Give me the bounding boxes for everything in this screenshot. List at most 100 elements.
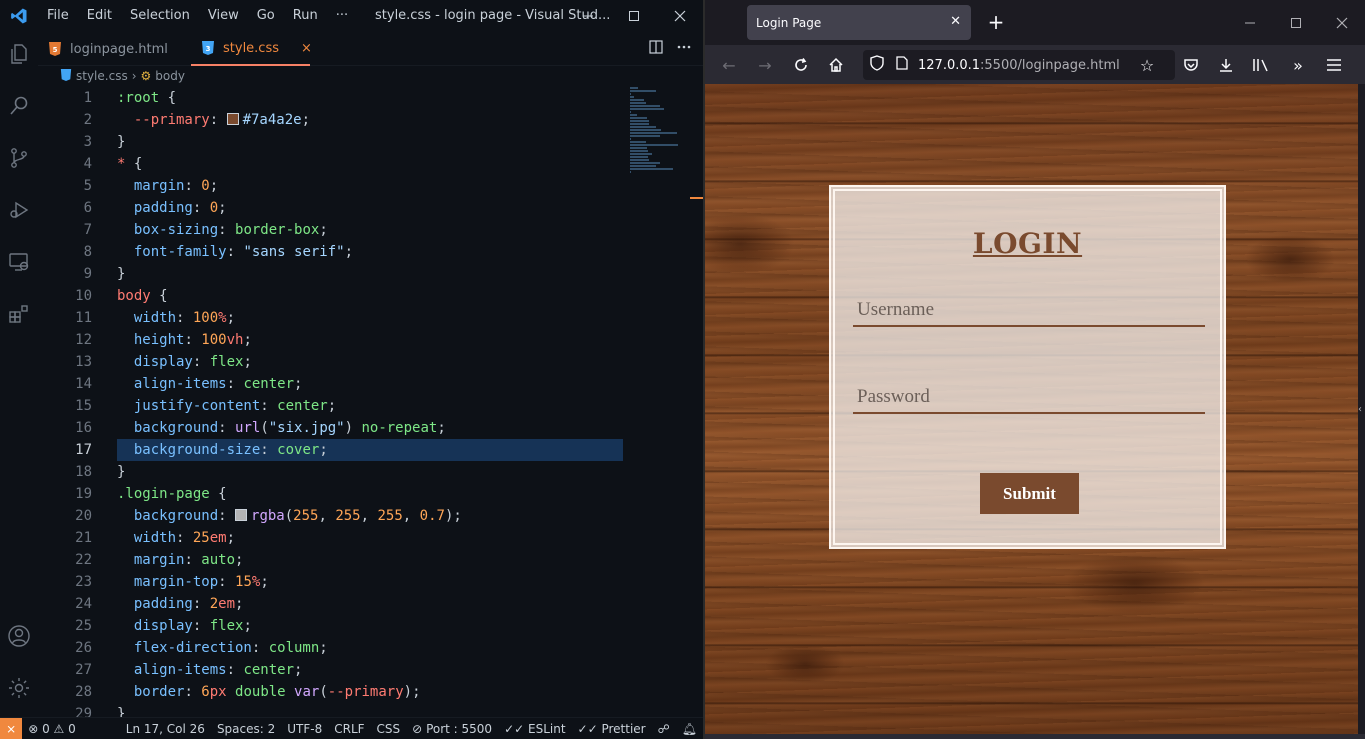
- code-line[interactable]: 29}: [38, 703, 628, 717]
- menu-run[interactable]: Run: [284, 0, 327, 32]
- code-line[interactable]: 16 background: url("six.jpg") no-repeat;: [38, 417, 628, 439]
- page-scrollbar[interactable]: ‹: [1358, 84, 1365, 734]
- search-icon[interactable]: [0, 86, 38, 126]
- pocket-icon[interactable]: [1177, 51, 1205, 79]
- code-editor[interactable]: 1:root {2 --primary: #7a4a2e; 3} 4 * {5 mar…: [38, 87, 628, 717]
- code-line[interactable]: 12 height: 100vh;: [38, 329, 628, 351]
- close-icon[interactable]: [1319, 0, 1365, 45]
- breadcrumb-symbol[interactable]: body: [155, 69, 185, 83]
- menu-edit[interactable]: Edit: [78, 0, 121, 32]
- code-line[interactable]: 8 font-family: "sans serif";: [38, 241, 628, 263]
- submit-button[interactable]: Submit: [980, 473, 1079, 514]
- remote-indicator-icon[interactable]: ⨯: [0, 717, 23, 739]
- forward-arrow-icon[interactable]: →: [751, 51, 779, 79]
- code-line[interactable]: 25 display: flex;: [38, 615, 628, 637]
- shield-icon[interactable]: [870, 55, 884, 75]
- code-line[interactable]: 18}: [38, 461, 628, 483]
- username-input[interactable]: Username: [853, 295, 1205, 327]
- line-ending[interactable]: CRLF: [328, 722, 370, 736]
- back-arrow-icon[interactable]: ←: [715, 51, 743, 79]
- code-line[interactable]: 11 width: 100%;: [38, 307, 628, 329]
- downloads-icon[interactable]: [1212, 51, 1240, 79]
- menu-selection[interactable]: Selection: [121, 0, 199, 32]
- eslint-status[interactable]: ✓✓ ESLint: [498, 722, 571, 736]
- color-swatch-icon[interactable]: [226, 113, 239, 125]
- encoding[interactable]: UTF-8: [281, 722, 328, 736]
- code-line[interactable]: 6 padding: 0;: [38, 197, 628, 219]
- tab-loginpage-html[interactable]: 5 loginpage.html: [38, 32, 191, 66]
- line-number: 26: [75, 640, 92, 656]
- extensions-icon[interactable]: [0, 294, 38, 334]
- code-line[interactable]: 1:root {: [38, 87, 628, 109]
- code-line[interactable]: 20 background: rgba(255, 255, 255, 0.7);: [38, 505, 628, 527]
- minimap-line: [630, 90, 657, 92]
- breadcrumb-file[interactable]: style.css: [76, 69, 128, 83]
- code-line[interactable]: 24 padding: 2em;: [38, 593, 628, 615]
- close-icon[interactable]: [657, 0, 703, 32]
- menu-file[interactable]: File: [38, 0, 78, 32]
- notifications-bell-icon[interactable]: 🔔︎: [676, 722, 703, 736]
- code-line[interactable]: 10 body {: [38, 285, 628, 307]
- feedback-icon[interactable]: ☍: [652, 722, 676, 736]
- code-line[interactable]: 13 display: flex;: [38, 351, 628, 373]
- password-input[interactable]: Password: [853, 382, 1205, 414]
- more-tools-chevron-icon[interactable]: »: [1284, 51, 1312, 79]
- editor-scrollbar[interactable]: [690, 87, 703, 717]
- code-line[interactable]: 9}: [38, 263, 628, 285]
- remote-explorer-icon[interactable]: [0, 242, 38, 282]
- color-swatch-icon[interactable]: [235, 509, 248, 521]
- code-line[interactable]: 15 justify-content: center;: [38, 395, 628, 417]
- code-line[interactable]: 22 margin: auto;: [38, 549, 628, 571]
- minimize-icon[interactable]: [1227, 0, 1273, 45]
- code-line[interactable]: 7 box-sizing: border-box;: [38, 219, 628, 241]
- source-control-icon[interactable]: [0, 138, 38, 178]
- code-line[interactable]: 26 flex-direction: column;: [38, 637, 628, 659]
- home-icon[interactable]: [822, 51, 850, 79]
- code-line[interactable]: 17 background-size: cover;: [38, 439, 628, 461]
- new-tab-icon[interactable]: +: [983, 8, 1009, 36]
- code-line[interactable]: 2 --primary: #7a4a2e;: [38, 109, 628, 131]
- close-tab-icon[interactable]: ✕: [950, 14, 961, 29]
- code-line[interactable]: 5 margin: 0;: [38, 175, 628, 197]
- reload-icon[interactable]: [787, 51, 815, 79]
- indentation[interactable]: Spaces: 2: [211, 722, 281, 736]
- split-editor-icon[interactable]: [649, 40, 663, 58]
- address-bar[interactable]: 127.0.0.1:5500/loginpage.html: [863, 50, 1175, 80]
- maximize-icon[interactable]: [611, 0, 657, 32]
- code-text: :root {: [117, 90, 177, 106]
- code-line[interactable]: 21 width: 25em;: [38, 527, 628, 549]
- bookmark-star-icon[interactable]: ☆: [1133, 51, 1161, 79]
- code-line[interactable]: 19 .login-page {: [38, 483, 628, 505]
- code-line[interactable]: 4 * {: [38, 153, 628, 175]
- language-mode[interactable]: CSS: [371, 722, 407, 736]
- code-line[interactable]: 28 border: 6px double var(--primary);: [38, 681, 628, 703]
- cursor-position[interactable]: Ln 17, Col 26: [120, 722, 211, 736]
- prettier-status[interactable]: ✓✓ Prettier: [572, 722, 652, 736]
- menu-go[interactable]: Go: [248, 0, 284, 32]
- menu-view[interactable]: View: [199, 0, 248, 32]
- run-debug-icon[interactable]: [0, 190, 38, 230]
- library-icon[interactable]: [1247, 51, 1275, 79]
- problems-indicator[interactable]: ⊗ 0 ⚠ 0: [22, 722, 82, 736]
- settings-gear-icon[interactable]: [0, 668, 38, 708]
- minimap[interactable]: [630, 87, 690, 207]
- tab-close-icon[interactable]: ×: [301, 41, 312, 56]
- vscode-titlebar: File Edit Selection View Go Run ··· styl…: [0, 0, 703, 32]
- code-line[interactable]: 14 align-items: center;: [38, 373, 628, 395]
- tab-style-css[interactable]: 3 style.css ×: [191, 32, 312, 66]
- code-line[interactable]: 3}: [38, 131, 628, 153]
- explorer-icon[interactable]: [0, 34, 38, 74]
- code-line[interactable]: 27 align-items: center;: [38, 659, 628, 681]
- more-actions-icon[interactable]: [677, 40, 691, 58]
- hamburger-menu-icon[interactable]: [1320, 51, 1348, 79]
- account-icon[interactable]: [0, 616, 38, 656]
- minimize-icon[interactable]: [565, 0, 611, 32]
- browser-tab[interactable]: Login Page ✕: [747, 5, 971, 40]
- vscode-logo-icon[interactable]: [0, 0, 38, 32]
- maximize-icon[interactable]: [1273, 0, 1319, 45]
- code-line[interactable]: 23 margin-top: 15%;: [38, 571, 628, 593]
- scroll-arrow-icon[interactable]: ‹: [1358, 404, 1362, 415]
- svg-text:5: 5: [53, 46, 58, 54]
- menu-more[interactable]: ···: [327, 0, 357, 32]
- live-server-port[interactable]: ⊘ Port : 5500: [406, 722, 498, 736]
